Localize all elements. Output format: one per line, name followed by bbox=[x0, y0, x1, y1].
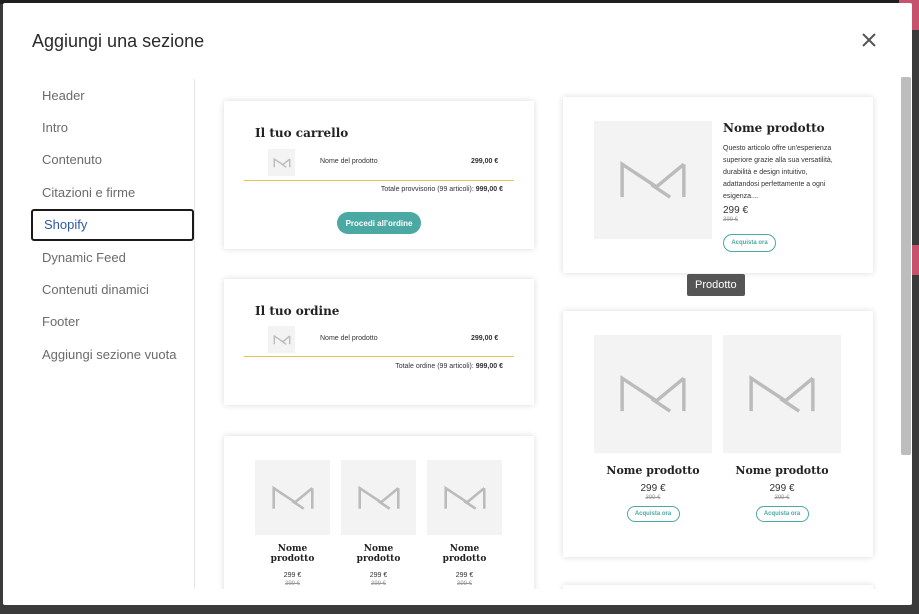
image-placeholder-icon bbox=[357, 485, 400, 510]
sidebar-item-shopify[interactable]: Shopify bbox=[31, 208, 194, 241]
product-column: Nome prodotto 299 € 399 € Acquista ora bbox=[723, 335, 841, 522]
close-icon bbox=[862, 33, 876, 47]
order-total: Totale ordine (99 articoli): 999,00 € bbox=[395, 363, 503, 370]
order-product-name: Nome del prodotto bbox=[320, 335, 378, 342]
product-column: Nome prodotto 299 € 399 € Acquista ora bbox=[594, 335, 712, 522]
image-placeholder-icon bbox=[273, 157, 290, 168]
checkout-button[interactable]: Procedi all'ordine bbox=[337, 212, 421, 234]
product-column: Nome prodotto 299 € 399 € bbox=[427, 460, 502, 587]
section-category-list: Header Intro Contenuto Citazioni e firme… bbox=[31, 79, 195, 589]
order-title: Il tuo ordine bbox=[255, 304, 340, 318]
sidebar-item-intro[interactable]: Intro bbox=[31, 111, 194, 143]
section-card-partial[interactable] bbox=[563, 585, 873, 589]
image-placeholder-icon bbox=[271, 485, 314, 510]
product-image bbox=[594, 121, 712, 239]
product-image bbox=[427, 460, 502, 535]
product-image bbox=[341, 460, 416, 535]
subtotal-label: Totale provvisorio (99 articoli): bbox=[380, 186, 474, 193]
product-name: Nome prodotto bbox=[723, 121, 825, 135]
sidebar-item-contenuto[interactable]: Contenuto bbox=[31, 144, 194, 176]
product-old-price: 399 € bbox=[456, 581, 472, 587]
product-old-price: 399 € bbox=[284, 581, 300, 587]
image-placeholder-icon bbox=[620, 161, 686, 199]
three-products-section-card[interactable]: Nome prodotto 299 € 399 € Nome prodotto … bbox=[224, 436, 534, 589]
product-thumbnail bbox=[268, 149, 295, 176]
cart-product-name: Nome del prodotto bbox=[320, 158, 378, 165]
image-placeholder-icon bbox=[620, 375, 686, 413]
sidebar-item-citazioni[interactable]: Citazioni e firme bbox=[31, 176, 194, 208]
product-name: Nome prodotto bbox=[270, 544, 315, 564]
image-placeholder-icon bbox=[273, 334, 290, 345]
cart-title: Il tuo carrello bbox=[255, 126, 349, 140]
image-placeholder-icon bbox=[749, 375, 815, 413]
product-name: Nome prodotto bbox=[442, 544, 487, 564]
product-name: Nome prodotto bbox=[735, 464, 829, 477]
cart-section-card[interactable]: Il tuo carrello Nome del prodotto 299,00… bbox=[224, 101, 534, 249]
product-image bbox=[255, 460, 330, 535]
cart-product-price: 299,00 € bbox=[471, 158, 499, 165]
product-old-price: 399 € bbox=[723, 217, 739, 223]
order-product-price: 299,00 € bbox=[471, 335, 499, 342]
product-section-card[interactable]: Nome prodotto Questo articolo offre un'e… bbox=[563, 97, 873, 273]
product-name: Nome prodotto bbox=[606, 464, 700, 477]
product-old-price: 399 € bbox=[370, 581, 386, 587]
divider bbox=[244, 356, 514, 357]
sidebar-item-sezione-vuota[interactable]: Aggiungi sezione vuota bbox=[31, 338, 194, 370]
product-price: 299 € bbox=[283, 572, 302, 579]
tooltip: Prodotto bbox=[687, 274, 745, 296]
total-value: 999,00 € bbox=[475, 363, 503, 370]
section-previews: Il tuo carrello Nome del prodotto 299,00… bbox=[198, 79, 903, 589]
product-price: 299 € bbox=[455, 572, 474, 579]
total-label: Totale ordine (99 articoli): bbox=[395, 363, 474, 370]
add-section-modal: Aggiungi una sezione Header Intro Conten… bbox=[3, 3, 912, 605]
product-old-price: 399 € bbox=[645, 495, 661, 501]
product-thumbnail bbox=[268, 326, 295, 353]
product-name: Nome prodotto bbox=[356, 544, 401, 564]
buy-now-button[interactable]: Acquista ora bbox=[626, 506, 680, 522]
subtotal-value: 999,00 € bbox=[475, 186, 503, 193]
two-products-section-card[interactable]: Nome prodotto 299 € 399 € Acquista ora N… bbox=[563, 311, 873, 557]
image-placeholder-icon bbox=[443, 485, 486, 510]
product-image bbox=[723, 335, 841, 453]
sidebar-item-header[interactable]: Header bbox=[31, 79, 194, 111]
product-image bbox=[594, 335, 712, 453]
product-price: 299 € bbox=[769, 483, 795, 494]
modal-title: Aggiungi una sezione bbox=[32, 31, 205, 51]
product-price: 299 € bbox=[723, 205, 749, 216]
product-description: Questo articolo offre un'esperienza supe… bbox=[723, 145, 833, 200]
product-old-price: 399 € bbox=[774, 495, 790, 501]
product-price: 299 € bbox=[369, 572, 388, 579]
sidebar-item-footer[interactable]: Footer bbox=[31, 306, 194, 338]
close-button[interactable] bbox=[858, 29, 880, 51]
product-column: Nome prodotto 299 € 399 € bbox=[255, 460, 330, 587]
sidebar-item-contenuti-dinamici[interactable]: Contenuti dinamici bbox=[31, 273, 194, 305]
sidebar-item-dynamic-feed[interactable]: Dynamic Feed bbox=[31, 241, 194, 273]
product-column: Nome prodotto 299 € 399 € bbox=[341, 460, 416, 587]
buy-now-button[interactable]: Acquista ora bbox=[755, 506, 809, 522]
order-section-card[interactable]: Il tuo ordine Nome del prodotto 299,00 €… bbox=[224, 279, 534, 405]
cart-subtotal: Totale provvisorio (99 articoli): 999,00… bbox=[381, 186, 503, 193]
buy-now-button[interactable]: Acquista ora bbox=[723, 234, 776, 252]
product-price: 299 € bbox=[640, 483, 666, 494]
divider bbox=[244, 180, 514, 181]
